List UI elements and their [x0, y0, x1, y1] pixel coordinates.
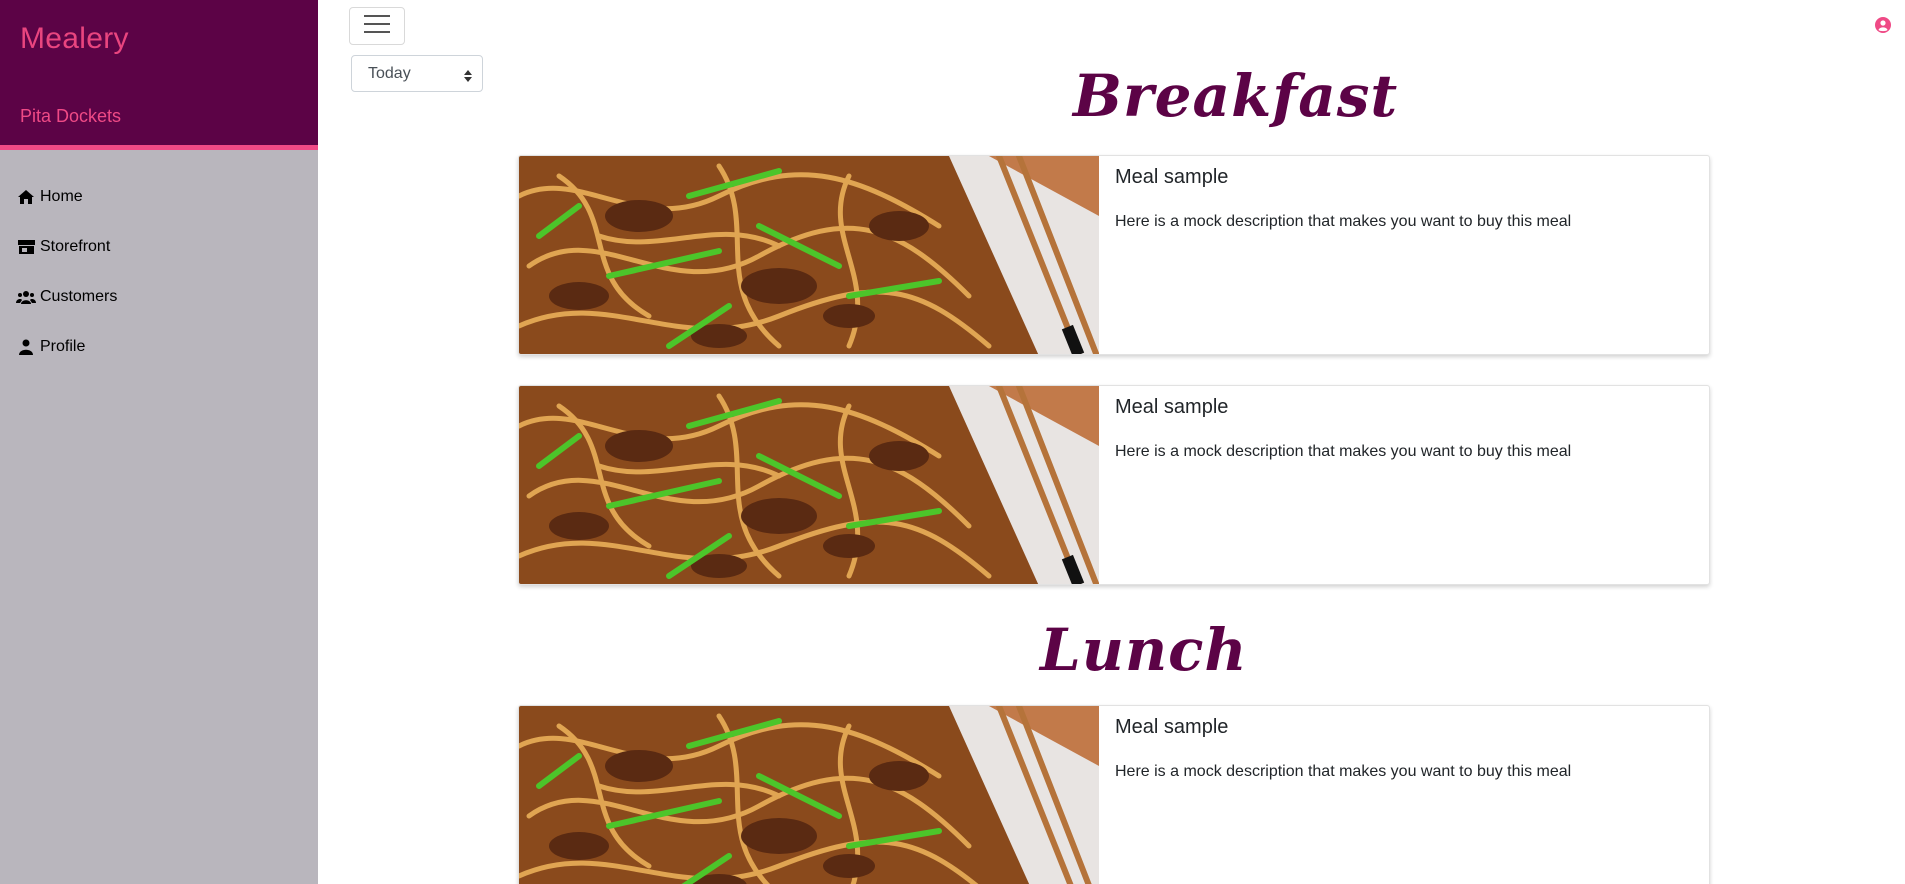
sidebar-item-label: Customers	[40, 288, 118, 305]
meal-title: Meal sample	[1115, 166, 1229, 188]
meal-card-body: Meal sample Here is a mock description t…	[1115, 396, 1571, 461]
day-select[interactable]: Today	[351, 55, 483, 92]
select-caret-icon	[464, 69, 472, 87]
section-title-breakfast: Breakfast	[1073, 62, 1399, 130]
sidebar-item-label: Profile	[40, 338, 86, 355]
meal-description: Here is a mock description that makes yo…	[1115, 763, 1572, 780]
meal-card-body: Meal sample Here is a mock description t…	[1115, 716, 1571, 781]
sidebar-header: Mealery Pita Dockets	[0, 0, 318, 150]
menu-toggle-button[interactable]	[349, 7, 405, 45]
sidebar-item-storefront[interactable]: Storefront	[0, 222, 318, 272]
meal-image	[519, 156, 1099, 354]
meal-title: Meal sample	[1115, 716, 1229, 738]
meal-description: Here is a mock description that makes yo…	[1115, 213, 1572, 230]
home-icon	[16, 188, 36, 206]
sidebar-item-label: Storefront	[40, 238, 111, 255]
store-icon	[16, 238, 36, 256]
section-title-lunch: Lunch	[1040, 616, 1248, 684]
sidebar: Mealery Pita Dockets Home Storefront Cus…	[0, 0, 318, 884]
sidebar-item-customers[interactable]: Customers	[0, 272, 318, 322]
hamburger-menu-icon	[364, 14, 390, 39]
meal-card[interactable]: Meal sample Here is a mock description t…	[518, 385, 1710, 585]
meal-title: Meal sample	[1115, 396, 1229, 418]
meal-card[interactable]: Meal sample Here is a mock description t…	[518, 705, 1710, 884]
user-circle-icon[interactable]	[1875, 17, 1891, 33]
store-name[interactable]: Pita Dockets	[20, 106, 121, 127]
day-select-value: Today	[368, 64, 411, 82]
meal-description: Here is a mock description that makes yo…	[1115, 443, 1572, 460]
users-icon	[16, 288, 36, 306]
user-icon	[16, 338, 36, 356]
sidebar-item-label: Home	[40, 188, 83, 205]
meal-image	[519, 706, 1099, 884]
sidebar-item-home[interactable]: Home	[0, 172, 318, 222]
brand-logo[interactable]: Mealery	[20, 22, 129, 56]
meal-card[interactable]: Meal sample Here is a mock description t…	[518, 155, 1710, 355]
sidebar-item-profile[interactable]: Profile	[0, 322, 318, 372]
meal-card-body: Meal sample Here is a mock description t…	[1115, 166, 1571, 231]
sidebar-nav: Home Storefront Customers Profile	[0, 150, 318, 372]
meal-image	[519, 386, 1099, 584]
